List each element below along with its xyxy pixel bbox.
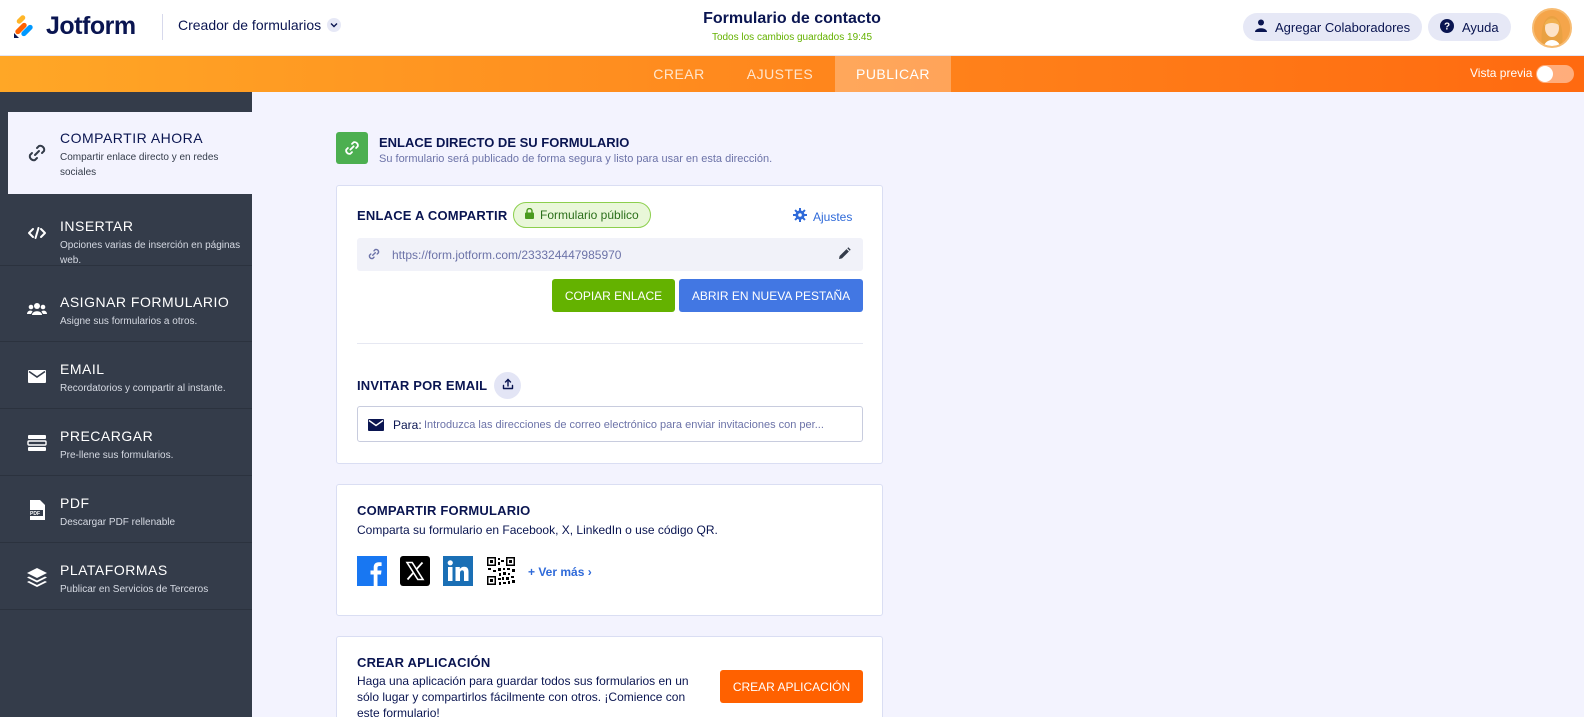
create-app-description: Haga una aplicación para guardar todos s…	[357, 674, 689, 717]
pencil-icon[interactable]	[837, 247, 851, 266]
section-divider	[357, 343, 863, 344]
sidebar-item-title: INSERTAR	[60, 218, 134, 234]
lock-icon	[525, 207, 534, 222]
form-title-block: Formulario de contacto Todos los cambios…	[642, 10, 942, 43]
gear-icon	[793, 208, 807, 225]
svg-text:?: ?	[1444, 21, 1450, 32]
create-app-title: CREAR APLICACIÓN	[357, 655, 491, 670]
pdf-icon: PDF	[26, 499, 48, 521]
jotform-logo-icon	[12, 14, 38, 40]
sidebar-item-title: EMAIL	[60, 361, 105, 377]
copy-link-button[interactable]: COPIAR ENLACE	[552, 279, 675, 312]
invite-email-field: Para:	[357, 406, 863, 442]
preview-label: Vista previa	[1470, 66, 1533, 80]
form-title[interactable]: Formulario de contacto	[642, 10, 942, 28]
share-form-subtitle: Comparta su formulario en Facebook, X, L…	[357, 523, 718, 537]
preview-toggle[interactable]	[1536, 65, 1574, 83]
create-app-button[interactable]: CREAR APLICACIÓN	[720, 670, 863, 703]
tab-publicar[interactable]: PUBLICAR	[835, 56, 951, 92]
avatar[interactable]	[1532, 8, 1572, 48]
builder-menu-label: Creador de formularios	[178, 17, 322, 33]
user-icon	[1255, 19, 1267, 35]
top-header: Jotform Creador de formularios Formulari…	[0, 0, 1584, 56]
sidebar-item-desc: Opciones varias de inserción en páginas …	[60, 240, 241, 266]
invite-email-label: INVITAR POR EMAIL	[357, 378, 488, 393]
sidebar-item-pdf[interactable]: PDF PDF Descargar PDF rellenable	[0, 477, 252, 543]
sidebar-item-desc: Asigne sus formularios a otros.	[60, 316, 198, 327]
tab-crear[interactable]: CREAR	[644, 56, 714, 92]
create-app-card: CREAR APLICACIÓN Haga una aplicación par…	[336, 636, 883, 717]
share-link-label: ENLACE A COMPARTIR	[357, 208, 508, 223]
upload-icon	[502, 377, 514, 395]
add-collaborators-label: Agregar Colaboradores	[1275, 19, 1411, 35]
svg-text:PDF: PDF	[30, 511, 40, 517]
add-collaborators-button[interactable]: Agregar Colaboradores	[1243, 13, 1423, 41]
preview-toggle-knob	[1537, 66, 1553, 82]
sidebar-item-desc: Recordatorios y compartir al instante.	[60, 383, 226, 394]
link-icon	[367, 247, 381, 266]
help-icon: ?	[1440, 18, 1454, 36]
link-icon	[336, 132, 368, 164]
sidebar-item-desc: Publicar en Servicios de Terceros	[60, 584, 209, 595]
prefill-icon	[26, 432, 48, 454]
link-settings-button[interactable]: Ajustes	[793, 208, 852, 225]
chevron-down-icon	[327, 18, 342, 32]
logo-text: Jotform	[46, 12, 136, 40]
form-url-field[interactable]: https://form.jotform.com/233324447985970	[357, 238, 863, 271]
help-label: Ayuda	[1462, 19, 1499, 35]
link-icon	[26, 142, 48, 164]
direct-link-subtitle: Su formulario será publicado de forma se…	[379, 153, 773, 165]
sidebar-item-title: ASIGNAR FORMULARIO	[60, 294, 230, 310]
sidebar-item-email[interactable]: EMAIL Recordatorios y compartir al insta…	[0, 343, 252, 409]
x-icon[interactable]	[400, 556, 430, 586]
direct-link-title: ENLACE DIRECTO DE SU FORMULARIO	[379, 135, 630, 150]
sidebar-item-desc: Compartir enlace directo y en redes soci…	[60, 152, 219, 178]
facebook-icon[interactable]	[357, 556, 387, 586]
upload-contacts-button[interactable]	[494, 372, 521, 399]
sidebar-item-insertar[interactable]: INSERTAR Opciones varias de inserción en…	[0, 200, 252, 266]
sidebar-item-desc: Pre-llene sus formularios.	[60, 450, 174, 461]
jotform-logo[interactable]: Jotform	[12, 12, 136, 41]
linkedin-icon[interactable]	[443, 556, 473, 586]
builder-menu-dropdown[interactable]: Creador de formularios	[178, 17, 342, 33]
sidebar-item-title: COMPARTIR AHORA	[60, 130, 204, 146]
header-divider	[162, 14, 163, 40]
code-icon	[26, 222, 48, 244]
see-more-networks-link[interactable]: + Ver más ›	[528, 565, 592, 579]
sidebar-item-compartir-ahora[interactable]: COMPARTIR AHORA Compartir enlace directo…	[8, 112, 252, 194]
envelope-icon	[368, 418, 384, 436]
sidebar-item-plataformas[interactable]: PLATAFORMAS Publicar en Servicios de Ter…	[0, 544, 252, 610]
qr-code-icon[interactable]	[486, 556, 516, 586]
users-icon	[26, 298, 48, 320]
public-form-badge-label: Formulario público	[540, 208, 639, 222]
share-form-card: COMPARTIR FORMULARIO Comparta su formula…	[336, 484, 883, 616]
form-url-text[interactable]: https://form.jotform.com/233324447985970	[392, 248, 621, 262]
publish-sidebar: COMPARTIR AHORA Compartir enlace directo…	[0, 92, 252, 717]
layers-icon	[26, 566, 48, 588]
invite-email-input[interactable]	[424, 415, 856, 435]
to-label: Para:	[393, 418, 422, 432]
sidebar-item-precargar[interactable]: PRECARGAR Pre-llene sus formularios.	[0, 410, 252, 476]
share-link-card: ENLACE A COMPARTIR Formulario público Aj…	[336, 185, 883, 464]
sidebar-item-title: PLATAFORMAS	[60, 562, 168, 578]
sidebar-item-desc: Descargar PDF rellenable	[60, 517, 176, 528]
sidebar-item-asignar-formulario[interactable]: ASIGNAR FORMULARIO Asigne sus formulario…	[0, 276, 252, 342]
builder-tabs-bar: CREAR AJUSTES PUBLICAR Vista previa	[0, 56, 1584, 92]
help-button[interactable]: ? Ayuda	[1428, 13, 1511, 41]
open-new-tab-button[interactable]: ABRIR EN NUEVA PESTAÑA	[679, 279, 863, 312]
save-status: Todos los cambios guardados 19:45	[711, 32, 873, 43]
share-form-title: COMPARTIR FORMULARIO	[357, 503, 531, 518]
public-form-badge[interactable]: Formulario público	[513, 202, 651, 228]
tab-ajustes[interactable]: AJUSTES	[735, 56, 825, 92]
envelope-icon	[26, 365, 48, 387]
sidebar-item-title: PRECARGAR	[60, 428, 154, 444]
sidebar-item-title: PDF	[60, 495, 90, 511]
link-settings-label: Ajustes	[813, 209, 853, 224]
